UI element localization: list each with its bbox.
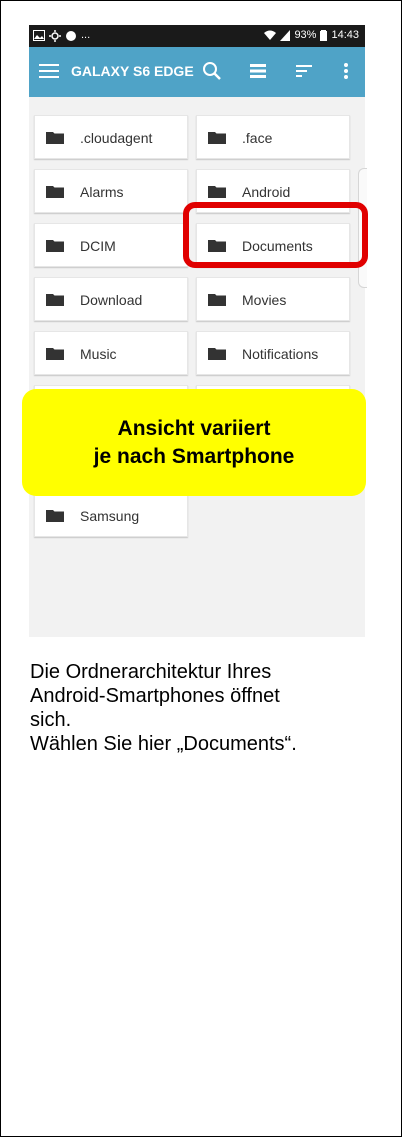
folder-icon: [46, 240, 64, 252]
folder-label: Download: [80, 292, 143, 308]
battery-icon: [320, 30, 328, 41]
more-dots: ...: [81, 29, 91, 41]
folder-icon: [208, 294, 226, 306]
folder-icon: [46, 510, 64, 522]
status-bar: ... 93% 14:43: [29, 25, 365, 47]
note-line-2: je nach Smartphone: [93, 444, 295, 468]
folder-label: Android: [242, 184, 291, 200]
sort-icon[interactable]: [293, 60, 315, 82]
search-icon[interactable]: [201, 60, 223, 82]
status-left: ...: [33, 29, 90, 42]
folder-grid: .cloudagent .face Alarms Android DCIM Do…: [29, 97, 365, 637]
folder-icon: [208, 132, 226, 144]
image-icon: [33, 30, 45, 41]
folder-label: Alarms: [80, 184, 124, 200]
wifi-icon: [264, 30, 277, 40]
status-right: 93% 14:43: [264, 29, 359, 42]
info-note: Ansicht variiert je nach Smartphone: [22, 389, 366, 496]
folder-label: .cloudagent: [80, 130, 153, 146]
list-view-icon[interactable]: [247, 60, 269, 82]
caption-line-2: Android-Smartphones öffnet: [30, 685, 280, 707]
caption-line-1: Die Ordnerarchitektur Ihres: [30, 661, 272, 683]
folder-label: Music: [80, 346, 117, 362]
folder-item[interactable]: Samsung: [34, 493, 188, 537]
folder-icon: [46, 348, 64, 360]
folder-item[interactable]: Movies: [196, 277, 350, 321]
folder-icon: [208, 348, 226, 360]
folder-item[interactable]: Notifications: [196, 331, 350, 375]
folder-item[interactable]: .cloudagent: [34, 115, 188, 159]
folder-label: Notifications: [242, 346, 319, 362]
circle-icon: [66, 30, 76, 41]
settings-icon: [49, 29, 61, 42]
folder-label: DCIM: [80, 238, 116, 254]
folder-label: Movies: [242, 292, 287, 308]
phone-screenshot: ... 93% 14:43 GALAXY S6 EDGE .cloudagent…: [29, 25, 365, 637]
signal-icon: [280, 30, 291, 41]
folder-icon: [46, 132, 64, 144]
folder-item[interactable]: .face: [196, 115, 350, 159]
battery-percent: 93%: [294, 29, 317, 41]
folder-icon: [46, 186, 64, 198]
caption-line-3: sich.: [30, 709, 72, 731]
documents-highlight-frame: [183, 202, 368, 268]
folder-item[interactable]: Music: [34, 331, 188, 375]
overflow-menu-icon[interactable]: [335, 60, 357, 82]
folder-label: Samsung: [80, 508, 140, 524]
app-bar: GALAXY S6 EDGE: [29, 47, 365, 97]
folder-item[interactable]: Alarms: [34, 169, 188, 213]
folder-item[interactable]: DCIM: [34, 223, 188, 267]
clock: 14:43: [331, 29, 359, 41]
instruction-caption: Die Ordnerarchitektur Ihres Android-Smar…: [30, 660, 395, 756]
note-line-1: Ansicht variiert: [117, 416, 271, 440]
app-title: GALAXY S6 EDGE: [71, 63, 194, 79]
folder-label: .face: [242, 130, 273, 146]
folder-item[interactable]: Download: [34, 277, 188, 321]
folder-icon: [46, 294, 64, 306]
hamburger-menu-icon[interactable]: [39, 60, 59, 82]
caption-line-4: Wählen Sie hier „Documents“.: [30, 733, 297, 755]
folder-icon: [208, 186, 226, 198]
